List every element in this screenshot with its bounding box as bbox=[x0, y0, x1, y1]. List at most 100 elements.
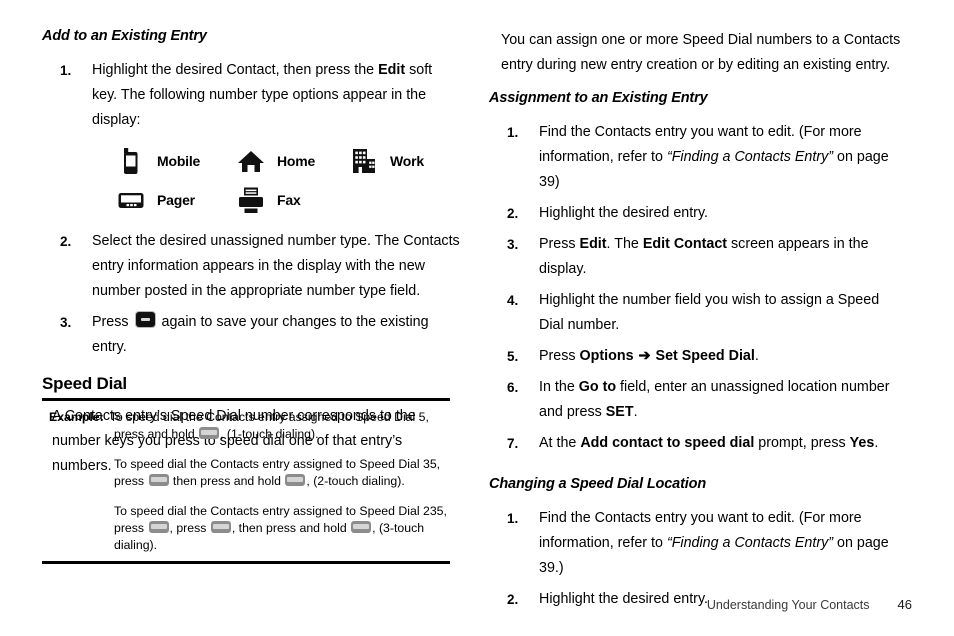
number-type-fax[interactable]: Fax bbox=[236, 185, 301, 215]
number-type-pager[interactable]: Pager bbox=[116, 185, 236, 215]
document-page: Add to an Existing Entry 1. Highlight th… bbox=[0, 0, 954, 636]
step-number: 2. bbox=[507, 592, 519, 607]
example-text-part: , then press and hold bbox=[231, 521, 351, 535]
fax-machine-icon bbox=[236, 185, 266, 215]
step-item: 7. At the Add contact to speed dial promp… bbox=[489, 431, 907, 456]
step-number: 6. bbox=[507, 380, 519, 395]
number-type-label: Work bbox=[390, 152, 424, 169]
number-type-home[interactable]: Home bbox=[236, 146, 349, 176]
step-number: 1. bbox=[507, 511, 519, 526]
add-entry-step-list-continued: 2. Select the desired unassigned number … bbox=[42, 229, 460, 360]
step-text-italic: “Finding a Contacts Entry” bbox=[666, 535, 834, 551]
step-text-part: . bbox=[754, 348, 759, 364]
mobile-phone-icon bbox=[116, 146, 146, 176]
step-number: 1. bbox=[60, 63, 72, 78]
page-footer: Understanding Your Contacts 46 bbox=[707, 597, 912, 612]
step-item: 3. Press Edit. The Edit Contact screen ap… bbox=[489, 232, 907, 282]
example-line-2: To speed dial the Contacts entry assigne… bbox=[42, 456, 450, 490]
step-text-bold: Yes bbox=[849, 435, 875, 451]
step-text: Highlight the number field you wish to a… bbox=[539, 292, 880, 333]
heading-speed-dial: Speed Dial bbox=[42, 374, 127, 393]
add-entry-step-list: 1. Highlight the desired Contact, then p… bbox=[42, 58, 460, 133]
heading-assignment-to-existing-entry: Assignment to an Existing Entry bbox=[489, 90, 708, 106]
step-text-part: Highlight the desired Contact, then pres… bbox=[92, 62, 379, 78]
step-item: 4. Highlight the number field you wish to… bbox=[489, 288, 907, 338]
step-number: 5. bbox=[507, 349, 519, 364]
step-item: 2. Select the desired unassigned number … bbox=[42, 229, 460, 304]
example-text-part: , (1-touch dialing). bbox=[220, 427, 319, 441]
pager-icon bbox=[116, 185, 146, 215]
assignment-step-list: 1. Find the Contacts entry you want to ed… bbox=[489, 120, 907, 456]
step-text-bold: SET bbox=[605, 404, 634, 420]
step-text-bold: Edit bbox=[579, 236, 607, 252]
step-text-bold: Go to bbox=[578, 379, 617, 395]
step-text: Select the desired unassigned number typ… bbox=[92, 233, 460, 299]
step-item: 1. Highlight the desired Contact, then p… bbox=[42, 58, 460, 133]
callout-body: Example: To speed dial the Contacts entry… bbox=[42, 401, 450, 561]
step-text-part: prompt, press bbox=[754, 435, 850, 451]
step-item: 6. In the Go to field, enter an unassigne… bbox=[489, 375, 907, 425]
step-number: 2. bbox=[507, 206, 519, 221]
step-text-part: . bbox=[874, 435, 879, 451]
step-number: 7. bbox=[507, 436, 519, 451]
office-building-icon bbox=[349, 146, 379, 176]
step-text-part: Press bbox=[539, 236, 580, 252]
house-icon bbox=[236, 146, 266, 176]
step-text: Highlight the desired entry. bbox=[539, 205, 709, 221]
step-text-part: Press bbox=[539, 348, 580, 364]
keypad-5-icon[interactable] bbox=[351, 521, 372, 533]
example-text-part: , press bbox=[169, 521, 210, 535]
step-text-part: . bbox=[633, 404, 638, 420]
example-text-part: then press and hold bbox=[169, 474, 285, 488]
step-text-bold: Add contact to speed dial bbox=[580, 435, 755, 451]
keypad-3-icon[interactable] bbox=[210, 521, 231, 533]
step-text-part: In the bbox=[539, 379, 579, 395]
arrow-icon: ➔ bbox=[638, 348, 651, 364]
step-number: 3. bbox=[60, 315, 72, 330]
keypad-5-icon[interactable] bbox=[199, 427, 220, 439]
callout-bottom-rule bbox=[42, 561, 450, 564]
step-number: 3. bbox=[507, 237, 519, 252]
step-item: 1. Find the Contacts entry you want to ed… bbox=[489, 120, 907, 195]
step-item: 2. Highlight the desired entry. bbox=[489, 201, 907, 226]
keypad-3-icon[interactable] bbox=[148, 474, 169, 486]
step-text-italic: “Finding a Contacts Entry” bbox=[666, 149, 834, 165]
example-callout: Example: To speed dial the Contacts entry… bbox=[42, 398, 450, 564]
step-text: Highlight the desired entry. bbox=[539, 591, 709, 607]
number-type-work[interactable]: Work bbox=[349, 146, 424, 176]
keypad-2-icon[interactable] bbox=[148, 521, 169, 533]
footer-section-title: Understanding Your Contacts bbox=[706, 598, 870, 612]
ok-key-icon[interactable] bbox=[134, 311, 156, 328]
right-column: You can assign one or more Speed Dial nu… bbox=[489, 28, 907, 618]
example-text-part: , (2-touch dialing). bbox=[306, 474, 405, 488]
step-item: 1. Find the Contacts entry you want to ed… bbox=[489, 506, 907, 581]
number-type-label: Fax bbox=[277, 191, 301, 208]
heading-changing-speed-dial-location: Changing a Speed Dial Location bbox=[489, 476, 707, 492]
heading-add-to-existing-entry: Add to an Existing Entry bbox=[42, 28, 207, 44]
step-number: 4. bbox=[507, 293, 519, 308]
step-text-bold: Set Speed Dial bbox=[655, 348, 755, 364]
step-text-bold: Edit bbox=[378, 62, 406, 78]
number-type-options: Mobile Home Work Pager Fax bbox=[116, 141, 460, 219]
step-text-bold: Options bbox=[579, 348, 634, 364]
step-number: 2. bbox=[60, 234, 72, 249]
example-label: Example: bbox=[49, 410, 104, 424]
number-type-row: Mobile Home Work bbox=[116, 141, 460, 180]
number-type-label: Home bbox=[277, 152, 316, 169]
number-type-mobile[interactable]: Mobile bbox=[116, 146, 236, 176]
example-line-1: Example: To speed dial the Contacts entry… bbox=[42, 409, 450, 443]
number-type-label: Pager bbox=[157, 191, 195, 208]
keypad-5-icon[interactable] bbox=[285, 474, 306, 486]
step-text-bold: Edit Contact bbox=[642, 236, 728, 252]
step-text-part: Press bbox=[92, 314, 133, 330]
example-line-3: To speed dial the Contacts entry assigne… bbox=[42, 503, 450, 554]
step-text-part: At the bbox=[539, 435, 581, 451]
number-type-label: Mobile bbox=[157, 152, 201, 169]
speed-dial-intro: You can assign one or more Speed Dial nu… bbox=[501, 32, 901, 73]
step-item: 5. Press Options ➔ Set Speed Dial. bbox=[489, 344, 907, 369]
step-text-part: . The bbox=[606, 236, 643, 252]
number-type-row: Pager Fax bbox=[116, 180, 460, 219]
step-number: 1. bbox=[507, 125, 519, 140]
footer-page-number: 46 bbox=[897, 597, 912, 612]
step-item: 3. Press again to save your changes to t… bbox=[42, 310, 460, 360]
